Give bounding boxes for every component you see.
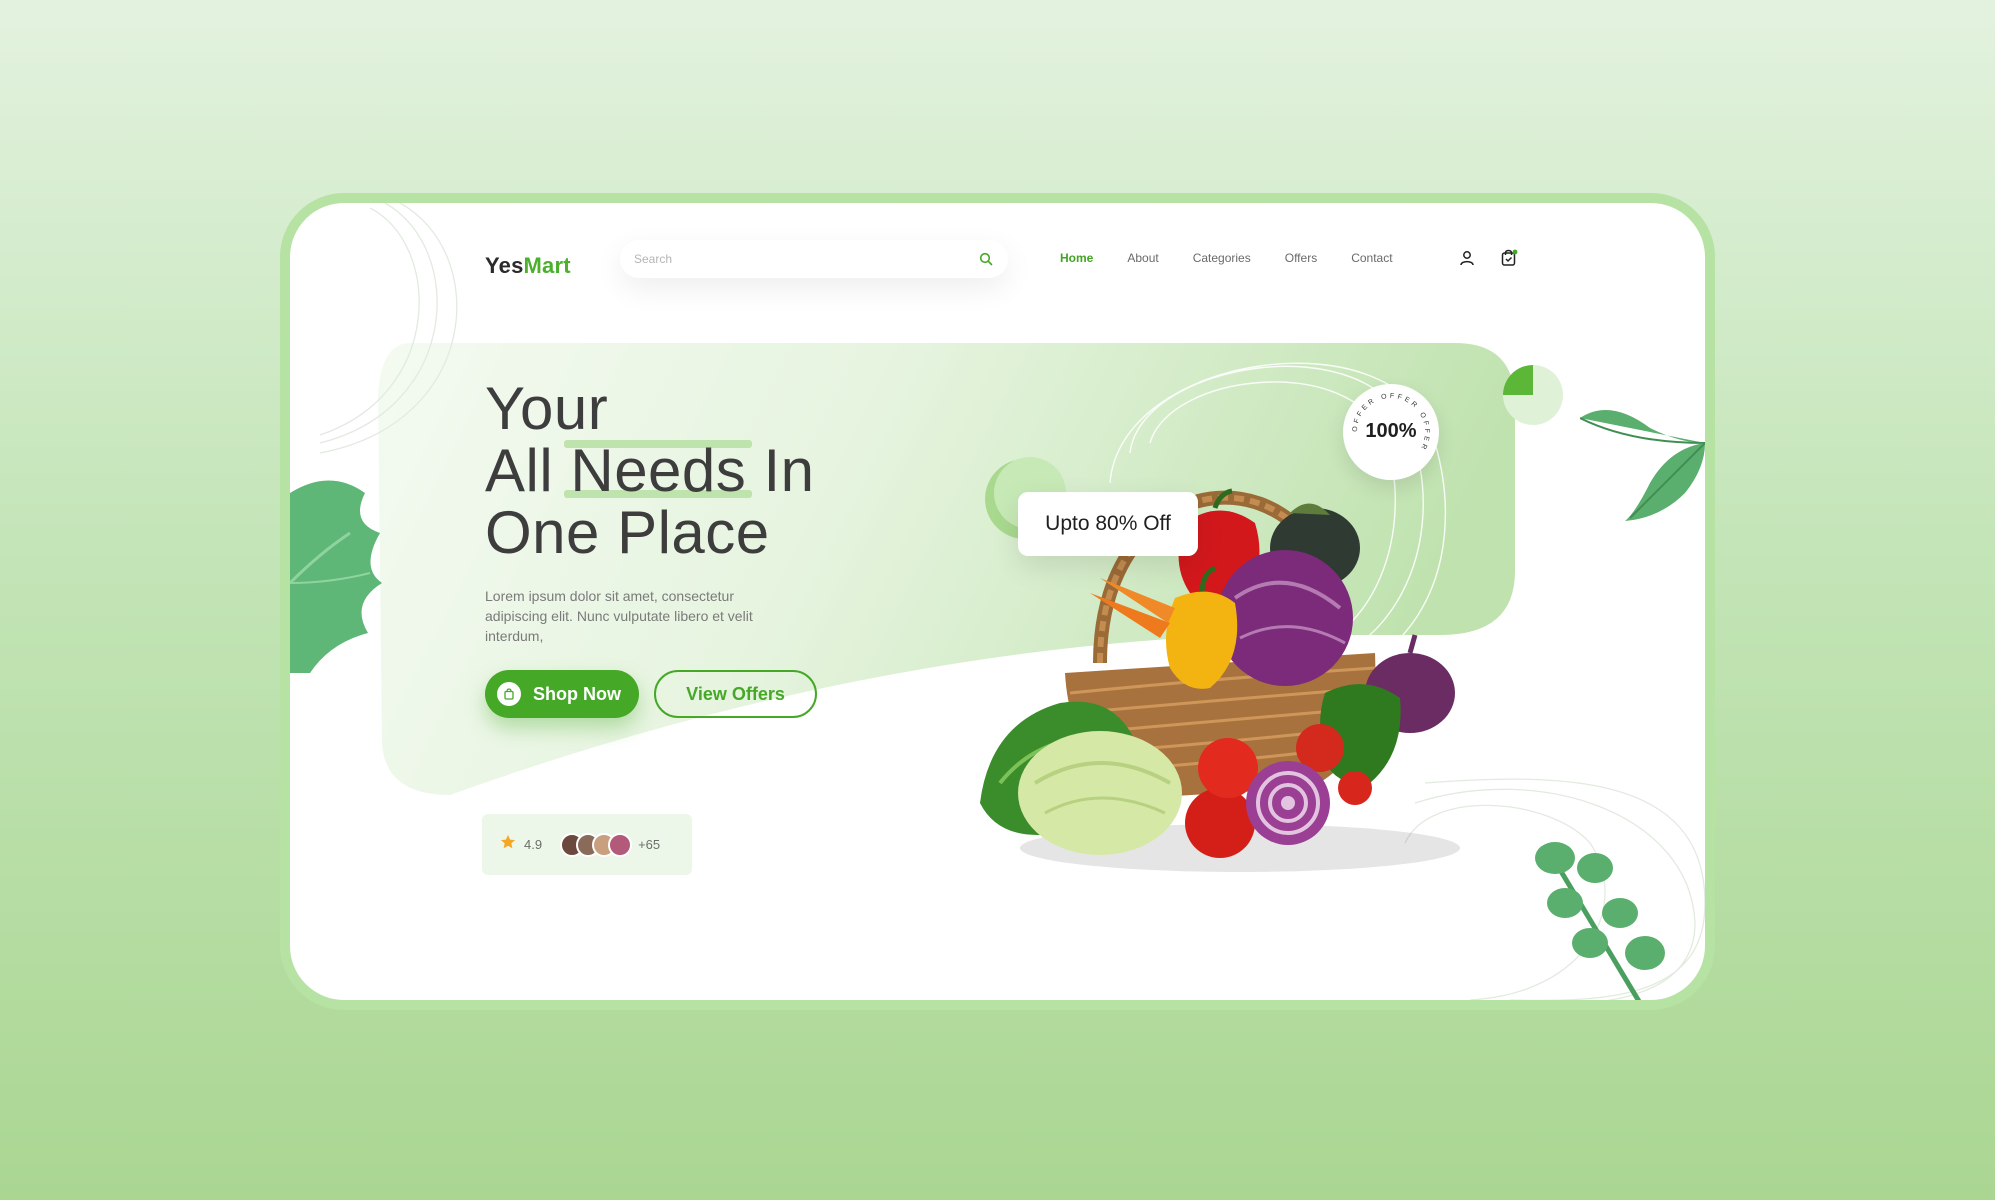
shop-now-label: Shop Now xyxy=(533,683,621,704)
search-input[interactable] xyxy=(634,252,978,266)
nav-categories[interactable]: Categories xyxy=(1193,251,1251,265)
view-offers-label: View Offers xyxy=(686,683,785,704)
nav-home[interactable]: Home xyxy=(1060,251,1093,265)
brand-name-suffix: Mart xyxy=(523,253,571,278)
main-nav: Home About Categories Offers Contact xyxy=(1060,251,1427,265)
offer-seal: OFFER OFFER OFFER 100% xyxy=(1343,384,1439,480)
headline-word-needs: Needs xyxy=(570,437,747,504)
offer-percentage: 100% xyxy=(1365,420,1417,442)
rating-value: 4.9 xyxy=(524,837,543,852)
headline-line-2: All Needs In xyxy=(485,440,815,502)
nav-offers[interactable]: Offers xyxy=(1285,251,1317,265)
cart-icon[interactable] xyxy=(1498,247,1520,269)
hero-description: Lorem ipsum dolor sit amet, consectetur … xyxy=(485,588,753,644)
leaf-branch-right-top xyxy=(1580,410,1705,521)
hero-headline: Your All Needs In One Place xyxy=(485,378,815,564)
star-icon xyxy=(500,834,516,855)
nav-contact[interactable]: Contact xyxy=(1351,251,1392,265)
app-window: YesMart Home About Categories Offers Con… xyxy=(280,193,1715,1010)
discount-badge: Upto 80% Off xyxy=(1018,492,1198,556)
headline-word-in: In xyxy=(746,437,815,504)
search-icon[interactable] xyxy=(978,251,994,267)
avatars-more-count: +65 xyxy=(638,837,661,852)
headline-word-all: All xyxy=(485,437,571,504)
user-icon[interactable] xyxy=(1456,247,1478,269)
headline-line-3: One Place xyxy=(485,499,770,566)
brand-logo[interactable]: YesMart xyxy=(485,253,571,279)
shop-now-button[interactable]: Shop Now xyxy=(485,670,639,718)
search-bar xyxy=(620,240,1008,278)
rating-card: 4.9 +65 xyxy=(482,814,692,875)
headline-highlight: Needs xyxy=(564,437,753,504)
headline-line-1: Your xyxy=(485,375,609,442)
customer-avatars xyxy=(560,832,633,857)
leaf-branch-right-bottom xyxy=(1535,842,1665,1000)
nav-about[interactable]: About xyxy=(1127,251,1158,265)
bag-icon xyxy=(497,682,521,706)
view-offers-button[interactable]: View Offers xyxy=(654,670,817,718)
brand-name-prefix: Yes xyxy=(485,253,524,278)
avatar xyxy=(608,832,633,857)
monstera-leaf-left xyxy=(290,480,382,673)
